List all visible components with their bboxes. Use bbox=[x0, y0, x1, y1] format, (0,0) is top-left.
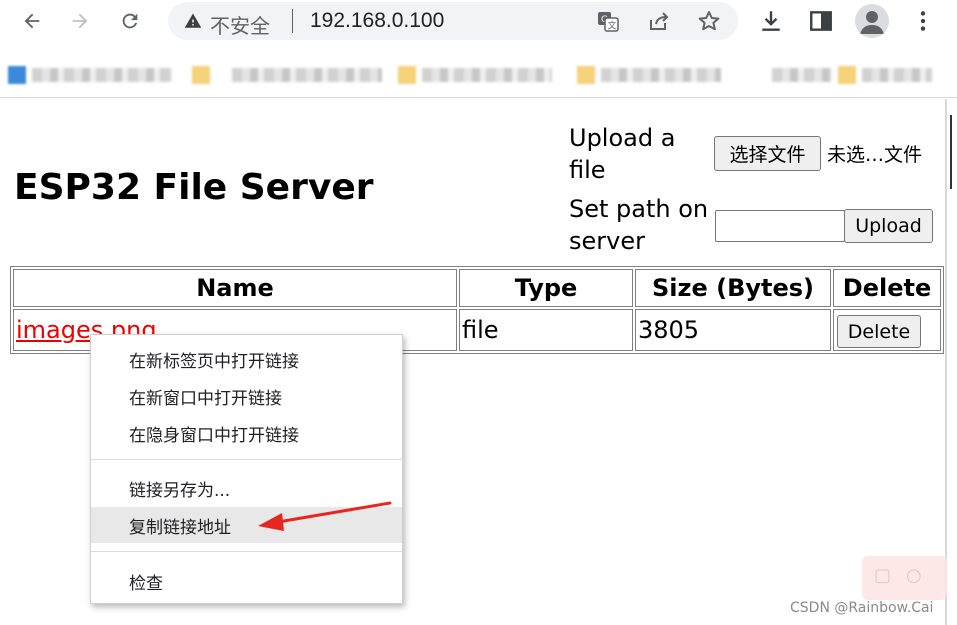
header-size: Size (Bytes) bbox=[635, 269, 831, 307]
bookmark-blurred-label bbox=[772, 68, 832, 82]
header-type: Type bbox=[459, 269, 633, 307]
back-icon bbox=[24, 13, 40, 29]
address-separator bbox=[292, 9, 293, 33]
folder-icon bbox=[192, 66, 210, 84]
bookmarks-bar bbox=[0, 44, 957, 98]
cell-type: file bbox=[459, 309, 633, 351]
reload-icon bbox=[122, 13, 138, 29]
reload-button[interactable] bbox=[113, 4, 147, 38]
menu-open-new-tab[interactable]: 在新标签页中打开链接 bbox=[91, 341, 402, 377]
menu-separator bbox=[91, 459, 402, 460]
no-file-chosen-text: 未选…文件 bbox=[827, 144, 923, 166]
bookmark-blurred-label bbox=[422, 68, 552, 82]
bookmark-blurred-label bbox=[232, 68, 382, 82]
share-icon[interactable] bbox=[647, 9, 671, 33]
menu-save-link-as[interactable]: 链接另存为... bbox=[91, 470, 402, 506]
svg-text:文: 文 bbox=[608, 20, 617, 32]
watermark: CSDN @Rainbow.Cai bbox=[790, 600, 934, 616]
bookmark-item[interactable] bbox=[772, 64, 932, 86]
bookmark-blurred-label bbox=[601, 68, 721, 82]
menu-copy-link-address[interactable]: 复制链接地址 bbox=[91, 507, 402, 543]
address-bar[interactable]: 不安全 192.168.0.100 G 文 bbox=[168, 2, 738, 40]
scrollbar-track[interactable] bbox=[945, 99, 947, 625]
bookmark-folder[interactable] bbox=[192, 64, 216, 86]
menu-inspect[interactable]: 检查 bbox=[91, 563, 402, 599]
context-menu: 在新标签页中打开链接 在新窗口中打开链接 在隐身窗口中打开链接 链接另存为...… bbox=[90, 334, 403, 604]
header-name: Name bbox=[13, 269, 457, 307]
bookmark-folder[interactable] bbox=[577, 64, 721, 86]
bookmark-favicon-icon bbox=[8, 66, 26, 84]
header-delete: Delete bbox=[833, 269, 941, 307]
folder-icon bbox=[398, 66, 416, 84]
bookmark-star-icon[interactable] bbox=[697, 9, 721, 33]
path-input[interactable] bbox=[715, 210, 845, 242]
warning-icon[interactable] bbox=[184, 12, 202, 30]
folder-icon bbox=[838, 66, 856, 84]
more-menu-icon[interactable] bbox=[910, 8, 936, 34]
bookmark-item[interactable] bbox=[232, 64, 382, 86]
forward-button[interactable] bbox=[63, 4, 97, 38]
bookmark-item[interactable] bbox=[8, 64, 172, 86]
profile-avatar[interactable] bbox=[855, 4, 889, 38]
delete-button[interactable]: Delete bbox=[837, 315, 921, 348]
cell-size: 3805 bbox=[635, 309, 831, 351]
ai-icon: ▢ bbox=[874, 565, 892, 586]
download-icon[interactable] bbox=[758, 8, 784, 34]
upload-button[interactable]: Upload bbox=[844, 209, 933, 243]
bookmark-blurred-label bbox=[32, 68, 172, 82]
page-title: ESP32 File Server bbox=[14, 167, 374, 208]
translate-icon[interactable]: G 文 bbox=[596, 9, 620, 33]
form-border bbox=[950, 115, 952, 189]
security-label[interactable]: 不安全 bbox=[210, 10, 270, 39]
upload-label: Upload a file bbox=[569, 124, 676, 184]
folder-icon bbox=[577, 66, 595, 84]
menu-separator bbox=[91, 551, 402, 552]
choose-file-button[interactable]: 选择文件 bbox=[714, 136, 821, 171]
bookmark-blurred-label bbox=[862, 68, 932, 82]
bookmark-folder[interactable] bbox=[398, 64, 552, 86]
path-label: Set path on server bbox=[569, 195, 709, 255]
side-panel-icon[interactable] bbox=[808, 8, 834, 34]
profile-icon bbox=[860, 11, 884, 34]
back-button[interactable] bbox=[15, 4, 49, 38]
url-text[interactable]: 192.168.0.100 bbox=[310, 9, 444, 33]
floating-widget[interactable]: ▢ ○ bbox=[862, 556, 947, 600]
search-icon: ○ bbox=[906, 565, 922, 586]
browser-toolbar: 不安全 192.168.0.100 G 文 bbox=[0, 0, 957, 44]
menu-open-new-window[interactable]: 在新窗口中打开链接 bbox=[91, 378, 402, 414]
forward-icon bbox=[72, 13, 88, 29]
menu-open-incognito[interactable]: 在隐身窗口中打开链接 bbox=[91, 415, 402, 451]
